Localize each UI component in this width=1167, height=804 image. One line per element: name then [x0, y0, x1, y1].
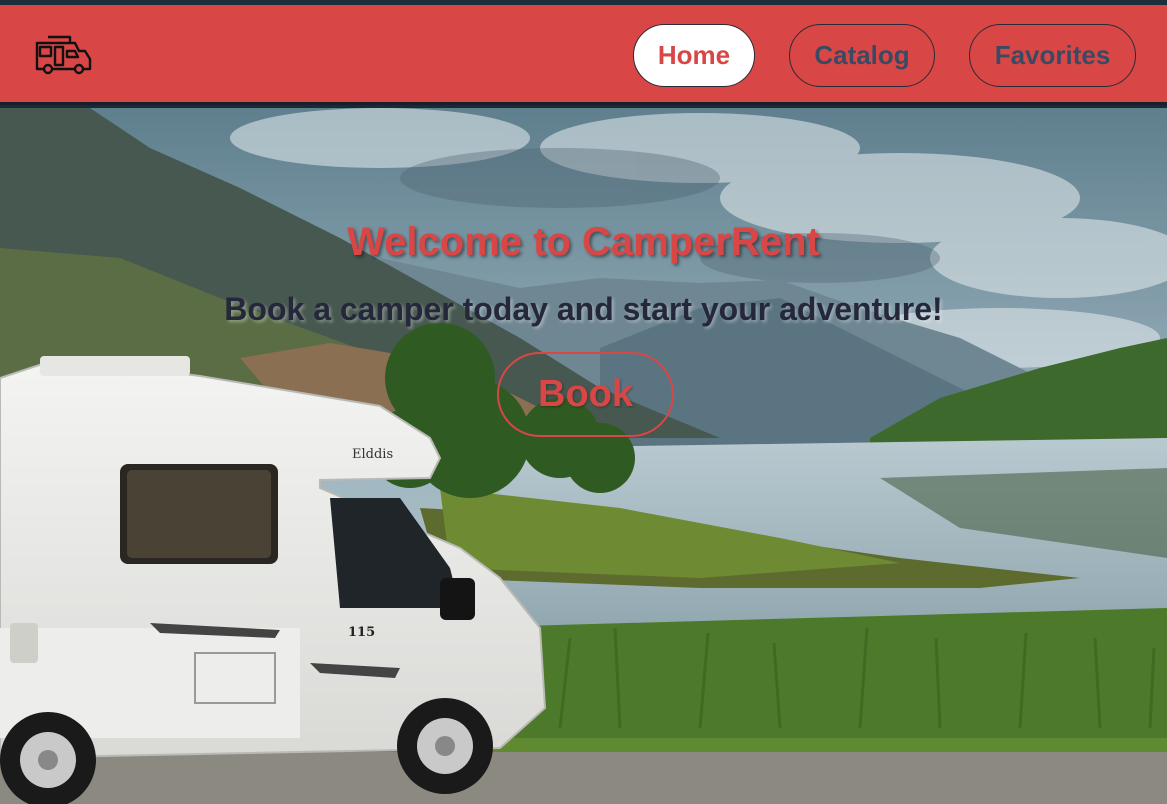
nav-home-button[interactable]: Home — [633, 24, 755, 87]
svg-text:Elddis: Elddis — [352, 447, 393, 462]
nav-catalog-button[interactable]: Catalog — [789, 24, 935, 87]
hero-background-image: Elddis 115 — [0, 108, 1167, 804]
nav-favorites-button[interactable]: Favorites — [969, 24, 1136, 87]
navbar: Home Catalog Favorites — [0, 5, 1167, 105]
hero-section: Elddis 115 Welcome to CamperRent Book a … — [0, 108, 1167, 804]
camper-van-icon[interactable] — [34, 33, 92, 75]
book-button[interactable]: Book — [497, 352, 674, 437]
hero-title: Welcome to CamperRent — [347, 220, 820, 264]
svg-text:115: 115 — [348, 625, 375, 640]
hero-subtitle: Book a camper today and start your adven… — [224, 291, 943, 327]
